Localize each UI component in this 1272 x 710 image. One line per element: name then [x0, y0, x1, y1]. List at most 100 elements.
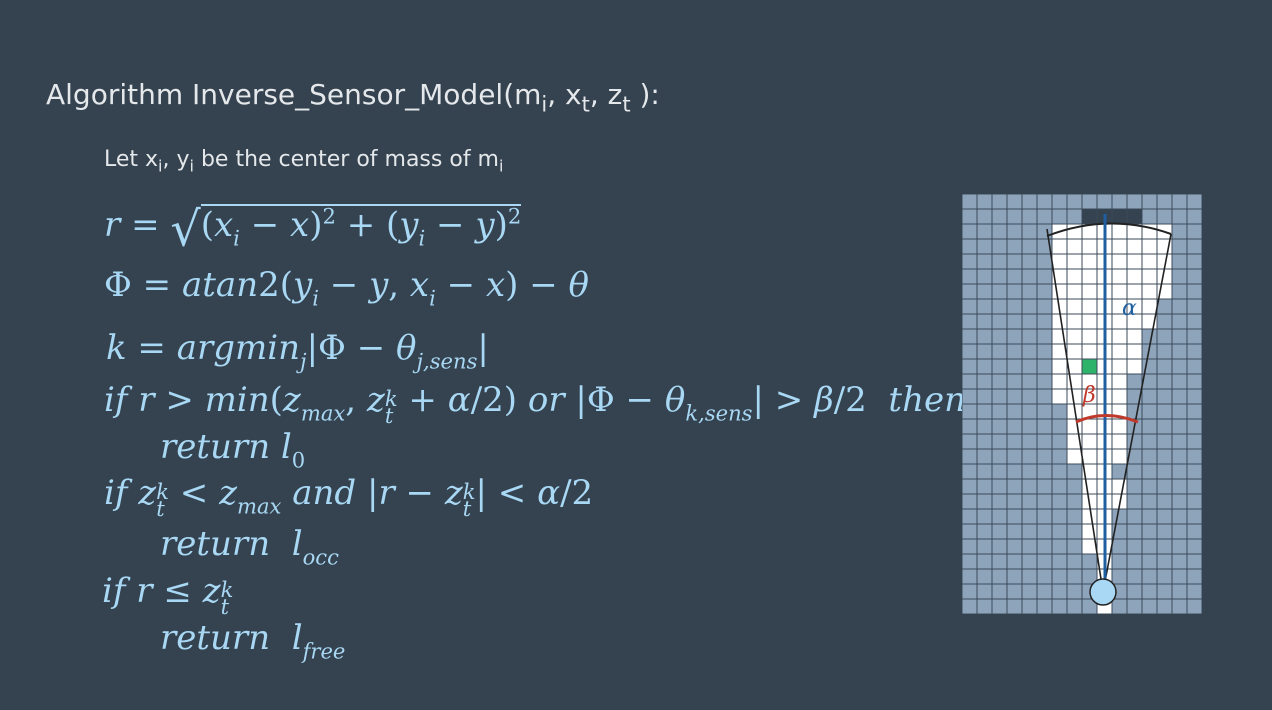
grid-cell: [977, 374, 992, 389]
grid-cell: [1127, 464, 1142, 479]
grid-cell: [1142, 239, 1157, 254]
grid-cell: [1037, 599, 1052, 614]
grid-cell: [1007, 554, 1022, 569]
grid-cell: [1187, 359, 1202, 374]
grid-cell: [1172, 194, 1187, 209]
grid-cell: [1157, 404, 1172, 419]
grid-cell: [992, 314, 1007, 329]
grid-cell: [977, 389, 992, 404]
grid-cell: [1187, 389, 1202, 404]
grid-cell: [962, 224, 977, 239]
grid-cell: [1112, 374, 1127, 389]
grid-cell: [962, 269, 977, 284]
grid-cell: [962, 599, 977, 614]
grid-cell: [962, 419, 977, 434]
grid-cell: [992, 569, 1007, 584]
grid-cell: [1187, 224, 1202, 239]
grid-cell: [1007, 314, 1022, 329]
grid-cell: [1022, 224, 1037, 239]
grid-cell: [1157, 329, 1172, 344]
grid-cell: [1007, 494, 1022, 509]
grid-cell: [1052, 599, 1067, 614]
grid-cell: [1127, 434, 1142, 449]
grid-cell: [1052, 314, 1067, 329]
grid-cell: [1157, 479, 1172, 494]
grid-cell: [1067, 299, 1082, 314]
grid-cell: [1067, 314, 1082, 329]
grid-cell: [1007, 239, 1022, 254]
grid-cell: [977, 584, 992, 599]
grid-cell: [1157, 359, 1172, 374]
grid-cell: [1037, 554, 1052, 569]
grid-cell: [1037, 494, 1052, 509]
grid-cell: [1157, 494, 1172, 509]
grid-cell: [1172, 434, 1187, 449]
grid-cell: [1007, 599, 1022, 614]
grid-cell: [1187, 329, 1202, 344]
grid-cell: [1127, 194, 1142, 209]
grid-cell: [1142, 524, 1157, 539]
grid-cell: [992, 494, 1007, 509]
return-prior: return l0: [160, 427, 306, 473]
grid-cell: [1157, 389, 1172, 404]
grid-cell: [1187, 539, 1202, 554]
grid-cell: [962, 374, 977, 389]
grid-cell: [1187, 449, 1202, 464]
grid-cell: [1067, 554, 1082, 569]
grid-cell: [1007, 509, 1022, 524]
grid-cell: [1187, 569, 1202, 584]
grid-cell: [1007, 434, 1022, 449]
grid-cell: [1037, 374, 1052, 389]
grid-cell: [1172, 374, 1187, 389]
grid-cell: [1022, 449, 1037, 464]
grid-cell: [1142, 419, 1157, 434]
grid-cell: [1022, 509, 1037, 524]
grid-cell: [1187, 284, 1202, 299]
grid-cell: [992, 464, 1007, 479]
grid-cell: [1127, 539, 1142, 554]
grid-cell: [1187, 509, 1202, 524]
grid-cell: [1037, 299, 1052, 314]
grid-cell: [1172, 224, 1187, 239]
grid-cell: [962, 314, 977, 329]
grid-cell: [1067, 389, 1082, 404]
grid-cell: [1112, 254, 1127, 269]
grid-cell: [1127, 494, 1142, 509]
grid-cell: [992, 239, 1007, 254]
grid-cell: [1022, 329, 1037, 344]
grid-cell: [1127, 569, 1142, 584]
grid-cell: [1007, 389, 1022, 404]
grid-cell: [1022, 494, 1037, 509]
grid-cell: [1142, 509, 1157, 524]
grid-cell: [1052, 389, 1067, 404]
grid-cell: [1142, 284, 1157, 299]
grid-cell: [1127, 359, 1142, 374]
grid-cell: [1112, 539, 1127, 554]
grid-cell: [977, 479, 992, 494]
grid-cell: [1157, 314, 1172, 329]
grid-cell: [1187, 434, 1202, 449]
grid-cell: [1037, 314, 1052, 329]
grid-cell: [1007, 269, 1022, 284]
grid-cell: [1007, 344, 1022, 359]
grid-cell: [1067, 524, 1082, 539]
grid-cell: [1112, 344, 1127, 359]
grid-cell: [1157, 584, 1172, 599]
grid-cell: [977, 524, 992, 539]
grid-cell: [1007, 539, 1022, 554]
grid-cell: [1127, 254, 1142, 269]
grid-cell: [1172, 539, 1187, 554]
grid-cell: [1007, 299, 1022, 314]
grid-cell: [1007, 329, 1022, 344]
grid-cell: [992, 434, 1007, 449]
grid-cell: [962, 389, 977, 404]
grid-cell: [1157, 434, 1172, 449]
return-free: return lfree: [160, 618, 346, 664]
grid-cell: [1007, 569, 1022, 584]
grid-cell: [977, 194, 992, 209]
grid-cell: [1022, 404, 1037, 419]
grid-cell: [1052, 254, 1067, 269]
grid-cell: [1157, 374, 1172, 389]
grid-cell: [1172, 449, 1187, 464]
grid-cell: [992, 329, 1007, 344]
